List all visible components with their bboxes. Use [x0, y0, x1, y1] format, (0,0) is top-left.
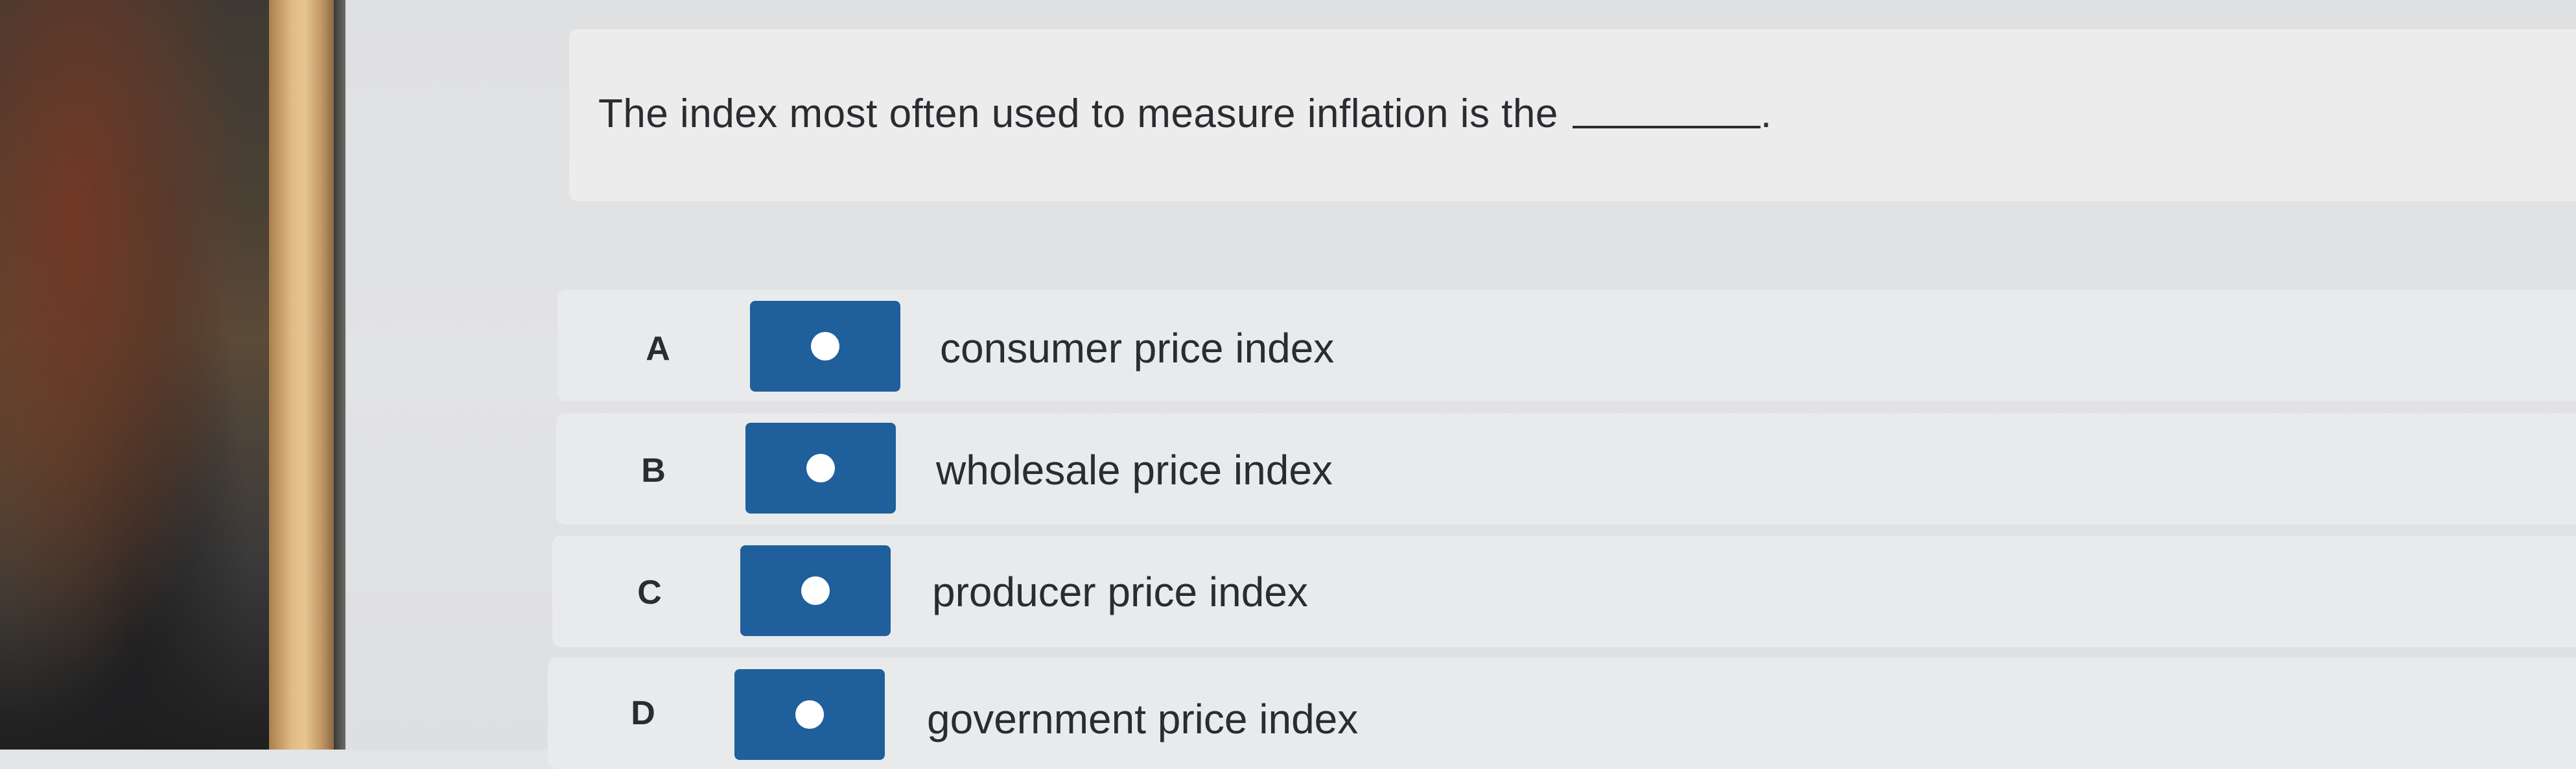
radio-dot-icon	[795, 700, 824, 729]
question-text: The index most often used to measure inf…	[598, 91, 1772, 137]
choice-radio-c[interactable]	[740, 545, 891, 636]
choice-letter-d: D	[631, 694, 655, 732]
radio-dot-icon	[806, 454, 835, 482]
choice-letter-a: A	[646, 330, 670, 368]
choice-label-d: government price index	[927, 696, 1359, 742]
choice-label-b: wholesale price index	[936, 447, 1333, 493]
choice-radio-a[interactable]	[750, 301, 900, 392]
photo-background	[0, 0, 272, 750]
choice-radio-b[interactable]	[745, 423, 896, 514]
choice-letter-b: B	[641, 452, 666, 490]
choice-letter-c: C	[637, 574, 662, 611]
answer-blank	[1572, 126, 1761, 128]
radio-dot-icon	[811, 332, 839, 361]
question-period: .	[1760, 91, 1772, 136]
choice-radio-d[interactable]	[734, 669, 885, 760]
radio-dot-icon	[801, 576, 830, 605]
laptop-bezel	[269, 0, 334, 750]
choice-label-c: producer price index	[932, 569, 1308, 615]
question-prompt: The index most often used to measure inf…	[598, 91, 1558, 136]
choice-label-a: consumer price index	[940, 325, 1335, 372]
screen-edge	[334, 0, 345, 750]
